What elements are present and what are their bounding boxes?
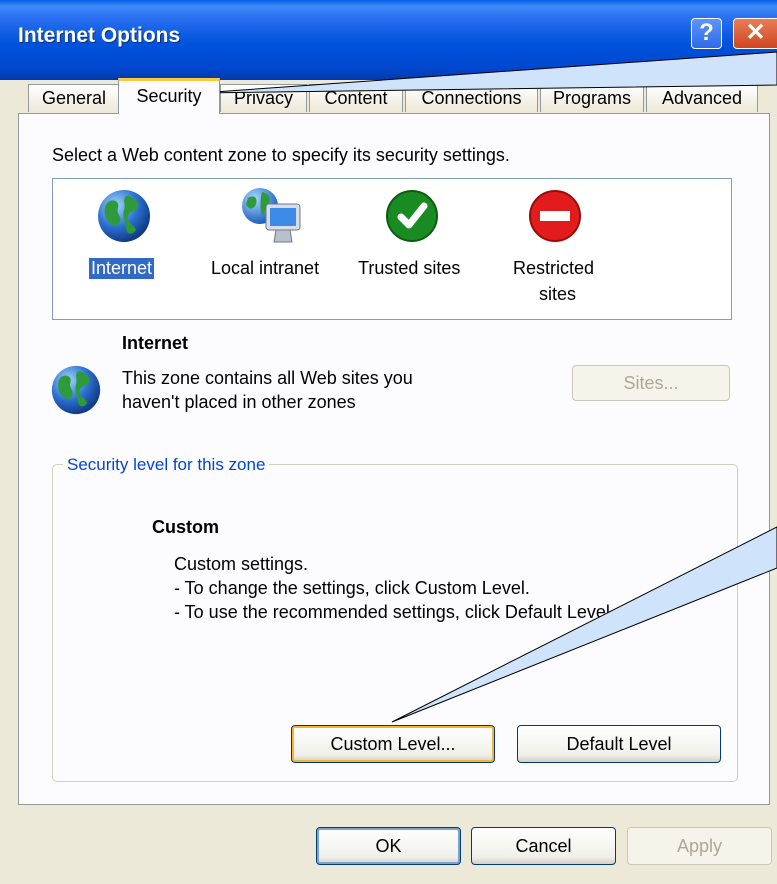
help-button[interactable]: ?	[691, 18, 722, 49]
help-icon: ?	[699, 19, 714, 46]
close-button[interactable]: ✕	[733, 18, 777, 49]
tab-security[interactable]: Security	[118, 78, 220, 114]
zone-restricted-sites-label-line1: Restricted	[513, 258, 595, 278]
window-title: Internet Options	[18, 24, 181, 47]
zone-info-desc-line1: This zone contains all Web sites you	[122, 368, 413, 388]
ok-button-label: OK	[375, 836, 402, 856]
tab-advanced[interactable]: Advanced	[646, 84, 758, 112]
sites-button-label: Sites...	[623, 373, 679, 393]
zone-internet-label: Internet	[89, 258, 155, 279]
globe-icon	[51, 365, 101, 415]
apply-button[interactable]: Apply	[627, 827, 772, 865]
title-bar[interactable]: Internet Options ? ✕	[0, 0, 777, 80]
tab-privacy[interactable]: Privacy	[220, 84, 307, 112]
default-level-button[interactable]: Default Level	[517, 725, 721, 763]
ok-button[interactable]: OK	[316, 827, 461, 865]
security-level-desc-line2: - To change the settings, click Custom L…	[174, 578, 530, 598]
zone-trusted-sites-label: Trusted sites	[358, 258, 461, 278]
zone-info-title: Internet	[122, 333, 189, 353]
green-check-icon	[386, 190, 438, 242]
tab-content[interactable]: Content	[309, 84, 403, 112]
security-level-desc-line1: Custom settings.	[174, 554, 309, 574]
tab-connections[interactable]: Connections	[405, 84, 538, 112]
cancel-button[interactable]: Cancel	[471, 827, 616, 865]
zone-instruction: Select a Web content zone to specify its…	[52, 145, 510, 165]
tab-strip: General Security Privacy Content Connect…	[0, 78, 777, 114]
red-stop-icon	[529, 190, 581, 242]
security-level-group-label: Security level for this zone	[63, 455, 270, 475]
intranet-globe-monitor-icon	[242, 188, 301, 243]
zone-info-desc-line2: haven't placed in other zones	[122, 392, 356, 412]
default-level-button-label: Default Level	[566, 734, 672, 754]
custom-level-button-label: Custom Level...	[330, 734, 456, 754]
cancel-button-label: Cancel	[515, 836, 572, 856]
tab-general[interactable]: General	[28, 84, 120, 112]
custom-level-button[interactable]: Custom Level...	[291, 725, 495, 763]
security-level-name: Custom	[152, 517, 219, 537]
zone-restricted-sites-label-line2: sites	[539, 284, 577, 304]
globe-icon	[98, 190, 150, 242]
sites-button[interactable]: Sites...	[572, 365, 730, 401]
close-icon: ✕	[745, 19, 766, 46]
tab-programs[interactable]: Programs	[540, 84, 644, 112]
zone-local-intranet-label: Local intranet	[211, 258, 320, 278]
internet-options-window: Internet Options ? ✕ General Security Pr…	[0, 0, 777, 884]
security-level-desc-line3: - To use the recommended settings, click…	[174, 602, 615, 622]
apply-button-label: Apply	[676, 836, 723, 856]
